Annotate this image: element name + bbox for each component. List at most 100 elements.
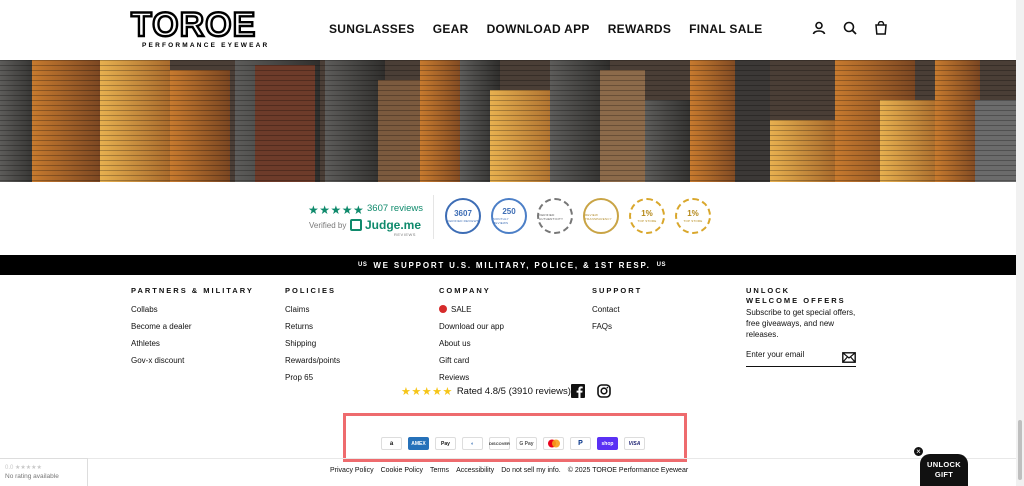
footer-link-returns[interactable]: Returns [285,318,340,335]
nav-final-sale[interactable]: FINAL SALE [689,22,762,36]
rating-widget[interactable]: 0.0 ★★★★★ No rating available [0,458,88,486]
badge-number: 1% [641,208,653,218]
cart-icon[interactable] [874,21,888,35]
discover-icon: DISCOVER [489,437,510,450]
trust-badges: 3607 VERIFIED REVIEWS 250 MONTHLY REVIEW… [445,198,711,234]
col-title: SUPPORT [592,286,643,295]
judgeme-stars[interactable]: ★★★★★ [308,203,364,217]
legal-links: Privacy Policy Cookie Policy Terms Acces… [330,467,688,474]
instagram-icon[interactable] [597,384,611,403]
judgeme-check-icon [350,219,362,231]
facebook-icon[interactable] [571,384,585,403]
us-flag-icon: US [656,262,666,268]
logo-tagline: PERFORMANCE EYEWEAR [142,42,270,49]
footer-col-partners: PARTNERS & MILITARY Collabs Become a dea… [131,286,254,369]
verified-reviews-badge[interactable]: 3607 VERIFIED REVIEWS [445,198,481,234]
authenticity-badge[interactable]: VERIFIED AUTHENTICITY [537,198,573,234]
accessibility-link[interactable]: Accessibility [456,467,494,474]
welcome-text: Subscribe to get special offers, free gi… [746,308,856,339]
google-pay-icon: G Pay [516,437,537,450]
account-icon[interactable] [812,21,826,35]
footer-link-about[interactable]: About us [439,335,504,352]
transparency-badge[interactable]: REVIEW TRANSPARENCY [583,198,619,234]
us-flag-icon: US [357,262,368,268]
top-store-badge[interactable]: 1% TOP STORE [629,198,665,234]
amazon-pay-icon: a [381,437,402,450]
col-title: POLICIES [285,286,337,295]
footer-col-support: SUPPORT Contact FAQs [592,286,642,335]
footer-link-govx[interactable]: Gov-x discount [131,352,254,369]
visa-icon: VISA [624,437,645,450]
legal-divider [0,458,1024,459]
do-not-sell-link[interactable]: Do not sell my info. [501,467,561,474]
footer-link-collabs[interactable]: Collabs [131,301,254,318]
search-icon[interactable] [843,21,857,35]
rating-stars: ★★★★★ [401,386,453,398]
footer-link-faqs[interactable]: FAQs [592,318,642,335]
badge-label: REVIEW TRANSPARENCY [585,212,612,221]
footer-link-contact[interactable]: Contact [592,301,642,318]
footer-link-reviews[interactable]: Reviews [439,369,504,386]
nav-sunglasses[interactable]: SUNGLASSES [329,22,415,36]
nav-download-app[interactable]: DOWNLOAD APP [487,22,590,36]
email-field[interactable] [746,350,836,359]
footer-link-gift-card[interactable]: Gift card [439,352,504,369]
judgeme-name: Judge.me [365,218,422,232]
judgeme-logo[interactable]: Judge.me REVIEWS [350,218,422,237]
amex-icon: AMEX [408,437,429,450]
welcome-title: UNLOCK WELCOME OFFERS [746,286,846,305]
badge-label: VERIFIED REVIEWS [447,218,479,223]
main-nav: SUNGLASSES GEAR DOWNLOAD APP REWARDS FIN… [329,22,763,36]
logo-wordmark: TOROE [130,6,257,44]
shop-pay-icon: shop [597,437,618,450]
toroe-logo[interactable]: TOROE PERFORMANCE EYEWEAR [130,6,275,51]
cookie-policy-link[interactable]: Cookie Policy [381,467,423,474]
col-title: PARTNERS & MILITARY [131,286,254,295]
col-title: COMPANY [439,286,491,295]
email-signup [746,349,856,367]
monthly-reviews-badge[interactable]: 250 MONTHLY REVIEWS [491,198,527,234]
badge-number: 1% [687,208,699,218]
verified-by-label: Verified by [309,221,347,230]
footer-link-prop65[interactable]: Prop 65 [285,369,340,386]
judgeme-sub: REVIEWS [394,232,416,237]
footer-col-welcome: UNLOCK WELCOME OFFERS Subscribe to get s… [746,286,858,340]
header-icons [812,21,888,35]
footer-link-shipping[interactable]: Shipping [285,335,340,352]
footer-col-policies: POLICIES Claims Returns Shipping Rewards… [285,286,340,386]
widget-text: No rating available [5,473,59,480]
divider [433,195,434,239]
gift-label: GIFT [934,470,954,479]
scrollbar-track[interactable] [1016,0,1024,486]
footer-link-claims[interactable]: Claims [285,301,340,318]
hero-city-image [0,60,1024,182]
store-rating[interactable]: ★★★★★ Rated 4.8/5 (3910 reviews) [401,385,571,398]
nav-gear[interactable]: GEAR [433,22,469,36]
judgeme-review-count[interactable]: 3607 reviews [367,203,423,214]
sale-dot-icon [439,305,447,313]
site-header: TOROE PERFORMANCE EYEWEAR SUNGLASSES GEA… [0,0,1024,60]
scrollbar-thumb[interactable] [1018,420,1022,480]
support-banner: US WE SUPPORT U.S. MILITARY, POLICE, & 1… [0,255,1024,275]
nav-rewards[interactable]: REWARDS [608,22,671,36]
footer-link-athletes[interactable]: Athletes [131,335,254,352]
widget-stars: 0.0 ★★★★★ [5,465,42,471]
footer-link-sale[interactable]: SALE [439,301,504,318]
footer-link-download-app[interactable]: Download our app [439,318,504,335]
rating-text: Rated 4.8/5 (3910 reviews) [456,386,571,397]
badge-number: 250 [502,206,516,216]
privacy-policy-link[interactable]: Privacy Policy [330,467,374,474]
top-store-badge-2[interactable]: 1% TOP STORE [675,198,711,234]
unlock-gift-button[interactable]: UNLOCK GIFT [920,454,968,486]
footer-link-rewards-points[interactable]: Rewards/points [285,352,340,369]
envelope-icon[interactable] [842,350,856,368]
mastercard-icon [543,437,564,450]
badge-label: TOP STORE [637,218,657,223]
badge-label: TOP STORE [683,218,703,223]
close-icon[interactable]: × [913,446,924,457]
footer-link-become-dealer[interactable]: Become a dealer [131,318,254,335]
payment-methods: a AMEX Pay ◐ DISCOVER G Pay P shop VISA [381,437,645,450]
diners-club-icon: ◐ [462,437,483,450]
unlock-label: UNLOCK [927,460,961,469]
terms-link[interactable]: Terms [430,467,449,474]
